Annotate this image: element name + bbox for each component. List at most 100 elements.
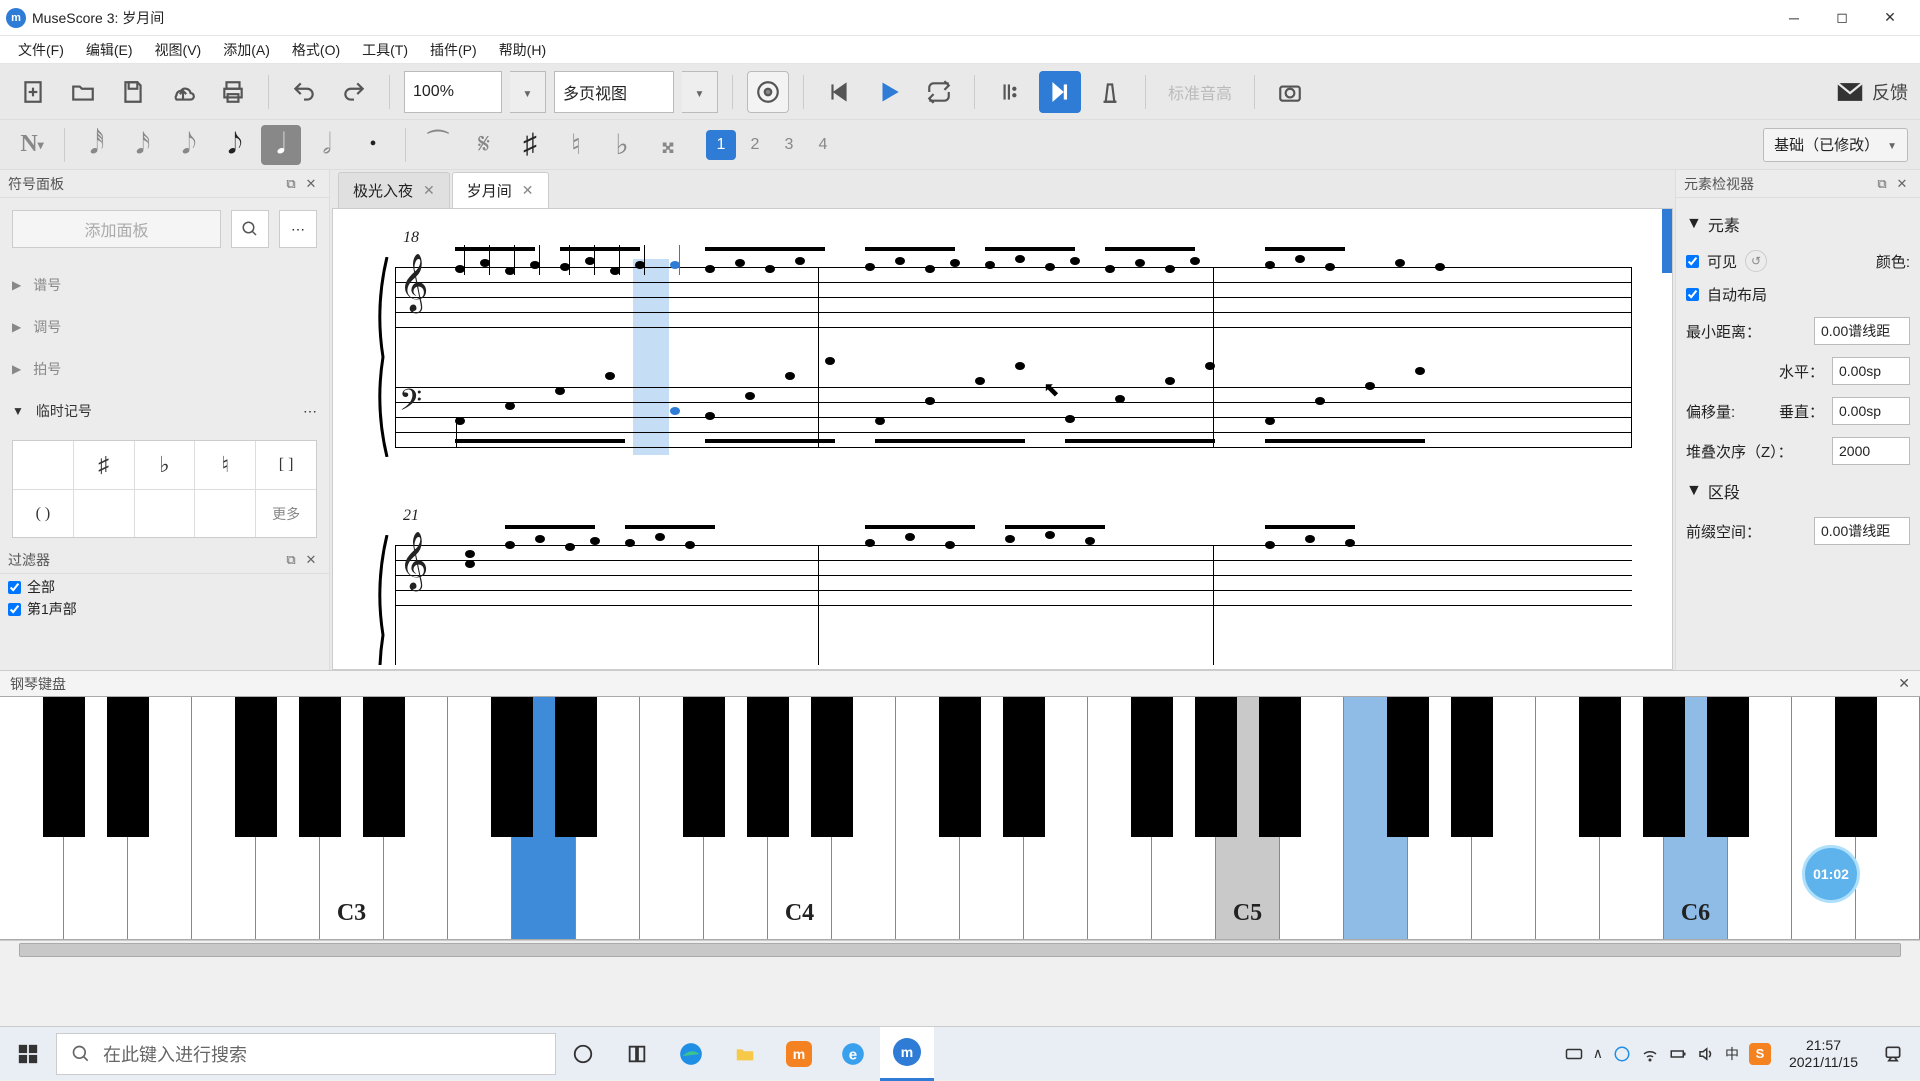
- menu-view[interactable]: 视图(V): [147, 38, 210, 62]
- voice-3[interactable]: 3: [774, 130, 804, 160]
- filter-close[interactable]: ✕: [301, 550, 321, 570]
- wifi-icon[interactable]: [1641, 1045, 1659, 1063]
- white-key[interactable]: [1728, 697, 1792, 939]
- tempo-button[interactable]: [1089, 71, 1131, 113]
- acc-none[interactable]: [13, 441, 74, 489]
- palette-more-button[interactable]: ⋯: [279, 210, 317, 248]
- flat-button[interactable]: ♭: [602, 125, 642, 165]
- taskbar-app-orange[interactable]: m: [772, 1027, 826, 1081]
- white-key[interactable]: [192, 697, 256, 939]
- battery-icon[interactable]: [1669, 1045, 1687, 1063]
- play-to-end-button[interactable]: [1039, 71, 1081, 113]
- white-key[interactable]: [1472, 697, 1536, 939]
- white-key[interactable]: [512, 697, 576, 939]
- white-key[interactable]: [384, 697, 448, 939]
- redo-button[interactable]: [333, 71, 375, 113]
- loop-button[interactable]: [918, 71, 960, 113]
- filter-voice1-checkbox[interactable]: [8, 603, 21, 616]
- palette-section-clefs[interactable]: ▶谱号: [12, 264, 317, 306]
- taskbar-app[interactable]: [610, 1027, 664, 1081]
- taskbar-clock[interactable]: 21:57 2021/11/15: [1781, 1037, 1866, 1071]
- tab-close-icon[interactable]: ✕: [423, 182, 435, 199]
- palette-section-accidentals[interactable]: ▼临时记号⋯: [12, 390, 317, 432]
- system-tray[interactable]: ∧ 中 S: [1555, 1043, 1781, 1065]
- tie-button[interactable]: ⁀: [418, 125, 458, 165]
- inspector-undock[interactable]: ⧉: [1872, 174, 1892, 194]
- palette-section-timesig[interactable]: ▶拍号: [12, 348, 317, 390]
- view-mode-dropdown[interactable]: [682, 71, 718, 113]
- workspace-select[interactable]: 基础（已修改）: [1763, 128, 1908, 162]
- menu-add[interactable]: 添加(A): [215, 38, 278, 62]
- play-button[interactable]: [868, 71, 910, 113]
- white-key[interactable]: [1152, 697, 1216, 939]
- concert-pitch-label[interactable]: 标准音高: [1160, 80, 1240, 104]
- white-key[interactable]: C6: [1664, 697, 1728, 939]
- acc-paren[interactable]: ( ): [13, 490, 74, 537]
- white-key[interactable]: [0, 697, 64, 939]
- min-distance-input[interactable]: 0.00谱线距: [1814, 317, 1910, 345]
- piano-close[interactable]: ✕: [1898, 675, 1910, 692]
- view-mode-select[interactable]: 多页视图: [554, 71, 674, 113]
- white-key[interactable]: [1792, 697, 1856, 939]
- acc-more[interactable]: 更多: [256, 490, 316, 537]
- white-key[interactable]: [448, 697, 512, 939]
- inspector-section-element[interactable]: ▼元素: [1686, 204, 1910, 244]
- voice-1[interactable]: 1: [706, 130, 736, 160]
- cloud-save-button[interactable]: [162, 71, 204, 113]
- task-view-button[interactable]: [556, 1027, 610, 1081]
- white-key[interactable]: [128, 697, 192, 939]
- camera-button[interactable]: [1269, 71, 1311, 113]
- acc-bracket[interactable]: [ ]: [256, 441, 316, 489]
- start-button[interactable]: [0, 1027, 56, 1081]
- white-key[interactable]: [256, 697, 320, 939]
- natural-button[interactable]: ♮: [556, 125, 596, 165]
- rewind-button[interactable]: [818, 71, 860, 113]
- browser-tray-icon[interactable]: [1613, 1045, 1631, 1063]
- leading-space-input[interactable]: 0.00谱线距: [1814, 517, 1910, 545]
- white-key[interactable]: C3: [320, 697, 384, 939]
- score-canvas[interactable]: 18 𝄞: [332, 208, 1673, 670]
- duration-32nd[interactable]: 𝅘𝅥𝅯: [123, 125, 163, 165]
- duration-half[interactable]: 𝅗𝅥: [307, 125, 347, 165]
- save-button[interactable]: [112, 71, 154, 113]
- white-key[interactable]: [1856, 697, 1920, 939]
- white-key[interactable]: [64, 697, 128, 939]
- ime-icon[interactable]: 中: [1725, 1044, 1739, 1064]
- inspector-section-segment[interactable]: ▼区段: [1686, 471, 1910, 511]
- duration-quarter[interactable]: 𝅘𝅥: [261, 125, 301, 165]
- white-key[interactable]: [832, 697, 896, 939]
- print-button[interactable]: [212, 71, 254, 113]
- sharp-button[interactable]: ♯: [510, 125, 550, 165]
- duration-8th[interactable]: 𝅘𝅥𝅮: [215, 125, 255, 165]
- taskbar-musescore[interactable]: m: [880, 1027, 934, 1081]
- taskbar-ie[interactable]: e: [826, 1027, 880, 1081]
- palette-close[interactable]: ✕: [301, 174, 321, 194]
- open-file-button[interactable]: [62, 71, 104, 113]
- white-key[interactable]: [1024, 697, 1088, 939]
- duration-64th[interactable]: 𝅘𝅥𝅰: [77, 125, 117, 165]
- menu-help[interactable]: 帮助(H): [491, 38, 554, 62]
- filter-all-checkbox[interactable]: [8, 581, 21, 594]
- palette-section-keysig[interactable]: ▶调号: [12, 306, 317, 348]
- menu-edit[interactable]: 编辑(E): [78, 38, 141, 62]
- undo-button[interactable]: [283, 71, 325, 113]
- voice-4[interactable]: 4: [808, 130, 838, 160]
- white-key[interactable]: [640, 697, 704, 939]
- piano-keyboard[interactable]: C3C4C5C6 01:02: [0, 696, 1920, 940]
- add-palette-button[interactable]: 添加面板: [12, 210, 221, 248]
- stacking-order-input[interactable]: 2000: [1832, 437, 1910, 465]
- sogou-icon[interactable]: S: [1749, 1043, 1771, 1065]
- metronome-button[interactable]: [747, 71, 789, 113]
- close-button[interactable]: ✕: [1866, 0, 1914, 36]
- filter-undock[interactable]: ⧉: [281, 550, 301, 570]
- white-key[interactable]: [1088, 697, 1152, 939]
- white-key[interactable]: [960, 697, 1024, 939]
- duration-dot[interactable]: •: [353, 125, 393, 165]
- volume-icon[interactable]: [1697, 1045, 1715, 1063]
- slur-button[interactable]: 𝄋: [464, 125, 504, 165]
- new-file-button[interactable]: [12, 71, 54, 113]
- zoom-dropdown[interactable]: [510, 71, 546, 113]
- white-key[interactable]: [1280, 697, 1344, 939]
- score-tab[interactable]: 岁月间✕: [452, 172, 549, 208]
- white-key[interactable]: [576, 697, 640, 939]
